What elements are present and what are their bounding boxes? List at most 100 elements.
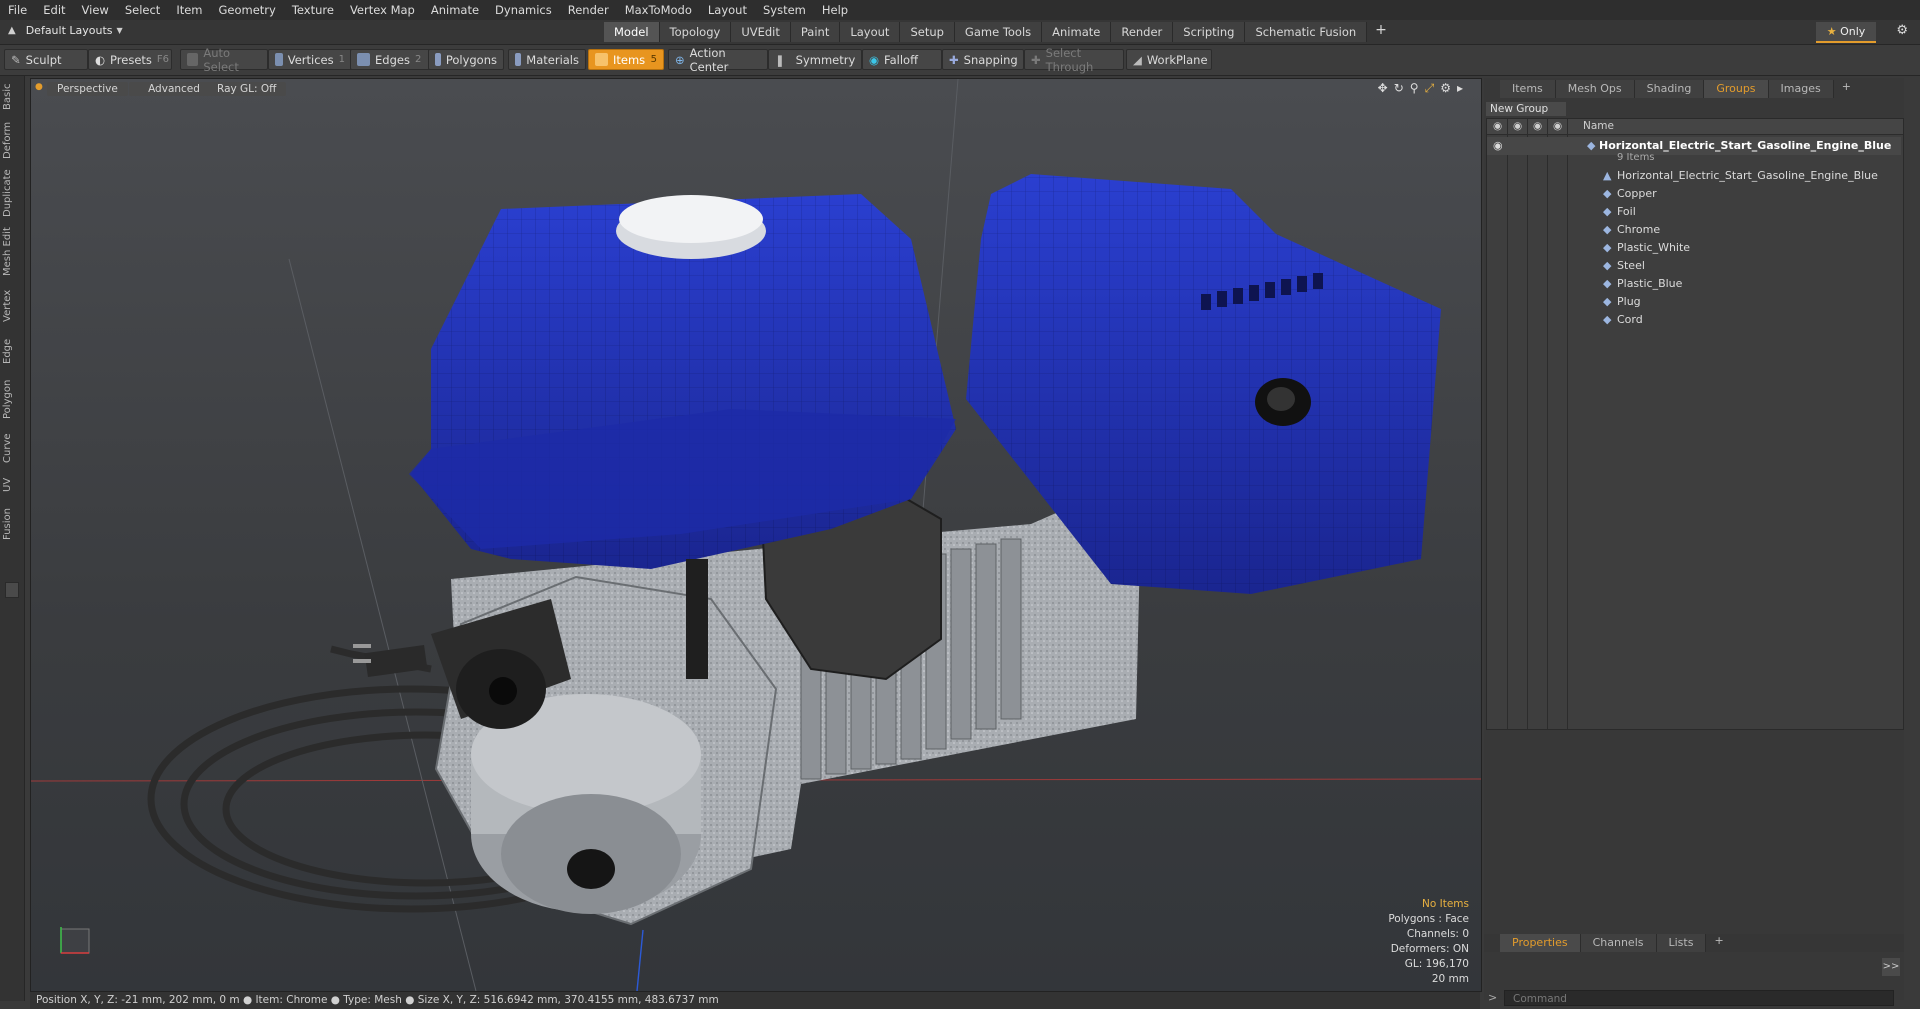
new-group-button[interactable]: New Group bbox=[1486, 102, 1566, 116]
tab-render[interactable]: Render bbox=[1111, 22, 1174, 42]
menu-render[interactable]: Render bbox=[560, 3, 617, 17]
menu-system[interactable]: System bbox=[755, 3, 814, 17]
menu-geometry[interactable]: Geometry bbox=[211, 3, 284, 17]
vertices-label: Vertices bbox=[287, 52, 334, 67]
add-tab-icon[interactable]: + bbox=[1706, 934, 1731, 952]
select-through-button[interactable]: ✚ Select Through bbox=[1024, 46, 1124, 74]
tab-layout[interactable]: Layout bbox=[840, 22, 901, 42]
menu-layout[interactable]: Layout bbox=[700, 3, 755, 17]
list-item[interactable]: ◆ Plastic_Blue bbox=[1487, 275, 1901, 293]
workplane-button[interactable]: ◢ WorkPlane bbox=[1126, 49, 1212, 70]
axis-gizmo bbox=[60, 927, 90, 954]
tab-setup[interactable]: Setup bbox=[900, 22, 955, 42]
falloff-label: Falloff bbox=[884, 52, 919, 67]
material-icon: ◆ bbox=[1603, 295, 1612, 308]
vtab-uv[interactable]: UV bbox=[2, 474, 22, 496]
list-item-label: Cord bbox=[1617, 313, 1643, 326]
tree-header: ◉ ◉ ◉ ◉ Name bbox=[1487, 119, 1903, 135]
falloff-button[interactable]: ◉ Falloff bbox=[862, 49, 942, 70]
materials-button[interactable]: Materials bbox=[508, 49, 586, 70]
list-item[interactable]: ◆ Plastic_White bbox=[1487, 239, 1901, 257]
stat-gl: GL: 196,170 bbox=[1404, 958, 1469, 970]
vtab-mesh-edit[interactable]: Mesh Edit bbox=[2, 226, 22, 278]
select-through-icon: ✚ bbox=[1031, 52, 1041, 67]
tab-paint[interactable]: Paint bbox=[790, 22, 841, 42]
vtab-polygon[interactable]: Polygon bbox=[2, 376, 22, 422]
tab-lists[interactable]: Lists bbox=[1656, 934, 1707, 952]
vtab-vertex[interactable]: Vertex bbox=[2, 286, 22, 326]
presets-button[interactable]: ◐ Presets F6 bbox=[88, 49, 172, 70]
menu-texture[interactable]: Texture bbox=[284, 3, 342, 17]
menu-item[interactable]: Item bbox=[168, 3, 210, 17]
layout-selector[interactable]: ▲ Default Layouts ▼ bbox=[8, 24, 123, 37]
vtab-duplicate[interactable]: Duplicate bbox=[2, 168, 22, 218]
list-item[interactable]: ▲ Horizontal_Electric_Start_Gasoline_Eng… bbox=[1487, 167, 1901, 185]
layout-dropdown-label: Default Layouts bbox=[25, 24, 113, 37]
name-column-header[interactable]: Name bbox=[1583, 119, 1614, 134]
menu-animate[interactable]: Animate bbox=[423, 3, 487, 17]
menu-vertex-map[interactable]: Vertex Map bbox=[342, 3, 423, 17]
list-item[interactable]: ◆ Cord bbox=[1487, 311, 1901, 329]
tab-images[interactable]: Images bbox=[1768, 80, 1834, 98]
menu-file[interactable]: File bbox=[0, 3, 35, 17]
list-item[interactable]: ◆ Foil bbox=[1487, 203, 1901, 221]
tab-shading[interactable]: Shading bbox=[1634, 80, 1705, 98]
select-col-icon: ◉ bbox=[1553, 120, 1563, 132]
status-bar: Position X, Y, Z: -21 mm, 202 mm, 0 m ● … bbox=[30, 992, 1480, 1009]
only-button[interactable]: ★ Only bbox=[1816, 22, 1876, 43]
stat-polygons: Polygons : Face bbox=[1388, 913, 1469, 925]
gear-icon[interactable]: ⚙ bbox=[1896, 23, 1908, 38]
expand-panel-button[interactable]: >> bbox=[1882, 958, 1900, 976]
stat-unit: 20 mm bbox=[1431, 973, 1469, 985]
vtab-basic[interactable]: Basic bbox=[2, 82, 22, 112]
polygons-button[interactable]: Polygons bbox=[428, 49, 504, 70]
list-item[interactable]: ◆ Copper bbox=[1487, 185, 1901, 203]
menu-edit[interactable]: Edit bbox=[35, 3, 73, 17]
mesh-item-icon: ▲ bbox=[1603, 169, 1612, 182]
menu-select[interactable]: Select bbox=[117, 3, 168, 17]
list-item-label: Plastic_Blue bbox=[1617, 277, 1683, 290]
sculpt-button[interactable]: ✎ Sculpt bbox=[4, 49, 88, 70]
list-item-label: Chrome bbox=[1617, 223, 1661, 236]
tab-uvedit[interactable]: UVEdit bbox=[731, 22, 791, 42]
group-count: 9 Items bbox=[1617, 152, 1655, 163]
menu-view[interactable]: View bbox=[74, 3, 117, 17]
vtab-curve[interactable]: Curve bbox=[2, 430, 22, 466]
add-tab-button[interactable]: + bbox=[1367, 22, 1395, 42]
sidebar-toggle[interactable] bbox=[5, 582, 19, 598]
action-center-button[interactable]: ⊕ Action Center bbox=[668, 46, 768, 74]
vtab-deform[interactable]: Deform bbox=[2, 120, 22, 160]
tab-scripting[interactable]: Scripting bbox=[1173, 22, 1246, 42]
tab-properties[interactable]: Properties bbox=[1500, 934, 1581, 952]
tab-game-tools[interactable]: Game Tools bbox=[954, 22, 1043, 42]
list-item-label: Plastic_White bbox=[1617, 241, 1691, 254]
menu-dynamics[interactable]: Dynamics bbox=[487, 3, 560, 17]
snapping-button[interactable]: ✚ Snapping bbox=[942, 49, 1024, 70]
list-item[interactable]: ◆ Chrome bbox=[1487, 221, 1901, 239]
list-item[interactable]: ◆ Plug bbox=[1487, 293, 1901, 311]
vertices-button[interactable]: Vertices 1 bbox=[268, 49, 352, 70]
menu-help[interactable]: Help bbox=[814, 3, 856, 17]
3d-viewport[interactable]: ● Perspective Advanced Ray GL: Off ✥ ↻ ⚲… bbox=[30, 78, 1482, 992]
lock-col-icon: ◉ bbox=[1533, 120, 1543, 132]
tab-groups[interactable]: Groups bbox=[1704, 80, 1769, 98]
auto-select-button[interactable]: Auto Select bbox=[180, 46, 268, 74]
tab-model[interactable]: Model bbox=[604, 22, 660, 42]
vtab-edge[interactable]: Edge bbox=[2, 334, 22, 368]
workplane-label: WorkPlane bbox=[1146, 52, 1208, 67]
tab-topology[interactable]: Topology bbox=[659, 22, 732, 42]
tab-animate[interactable]: Animate bbox=[1042, 22, 1112, 42]
tab-items[interactable]: Items bbox=[1500, 80, 1556, 98]
tab-schematic-fusion[interactable]: Schematic Fusion bbox=[1245, 22, 1368, 42]
list-item[interactable]: ◆ Steel bbox=[1487, 257, 1901, 275]
tab-mesh-ops[interactable]: Mesh Ops bbox=[1555, 80, 1635, 98]
tab-channels[interactable]: Channels bbox=[1580, 934, 1657, 952]
symmetry-button[interactable]: ❚ Symmetry bbox=[768, 49, 862, 70]
vtab-fusion[interactable]: Fusion bbox=[2, 504, 22, 544]
edges-button[interactable]: Edges 2 bbox=[350, 49, 430, 70]
items-button[interactable]: Items 5 bbox=[588, 49, 664, 70]
action-center-icon: ⊕ bbox=[675, 52, 685, 67]
menu-maxtomodo[interactable]: MaxToModo bbox=[617, 3, 700, 17]
add-tab-icon[interactable]: + bbox=[1834, 80, 1859, 98]
command-input[interactable]: Command bbox=[1504, 990, 1894, 1006]
